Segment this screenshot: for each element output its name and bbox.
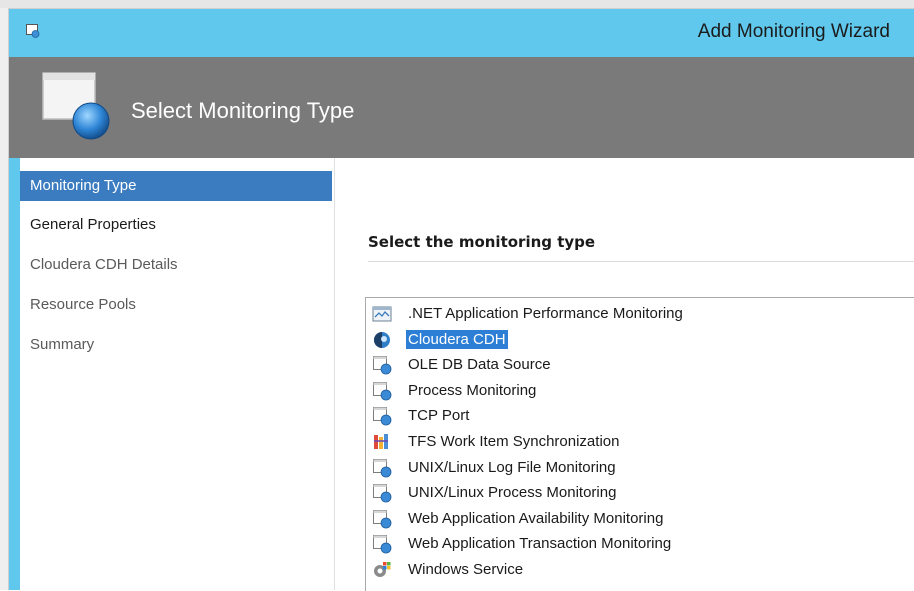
step-resource-pools[interactable]: Resource Pools xyxy=(20,290,332,320)
step-monitoring-type[interactable]: Monitoring Type xyxy=(20,171,332,201)
nav-accent-strip xyxy=(9,158,20,590)
list-item-label: UNIX/Linux Log File Monitoring xyxy=(408,458,616,476)
list-item[interactable]: TCP Port xyxy=(372,402,892,428)
cloudera-icon xyxy=(374,331,390,348)
list-item-label: OLE DB Data Source xyxy=(408,356,551,374)
list-item-label: Web Application Transaction Monitoring xyxy=(408,535,672,553)
monitor-small-icon xyxy=(373,484,392,503)
step-summary[interactable]: Summary xyxy=(20,330,332,360)
title-bar[interactable]: Add Monitoring Wizard xyxy=(9,9,914,57)
windows-service-icon xyxy=(374,562,391,577)
window-border xyxy=(0,8,9,590)
list-item[interactable]: Web Application Availability Monitoring xyxy=(372,505,892,531)
list-item[interactable]: Web Application Transaction Monitoring xyxy=(372,530,892,556)
desktop-strip xyxy=(0,0,914,9)
list-item[interactable]: Cloudera CDH xyxy=(372,326,892,352)
wizard-content: Select the monitoring type .NET Applicat… xyxy=(335,158,914,591)
monitor-small-icon xyxy=(373,381,392,401)
list-item[interactable]: .NET Application Performance Monitoring xyxy=(372,300,892,326)
list-item[interactable]: TFS Work Item Synchronization xyxy=(372,428,892,454)
list-item-label: Cloudera CDH xyxy=(406,329,508,349)
wizard-window-icon xyxy=(26,24,40,38)
monitor-small-icon xyxy=(373,356,392,375)
step-general-properties[interactable]: General Properties xyxy=(20,210,332,240)
list-item-label: .NET Application Performance Monitoring xyxy=(408,305,683,322)
list-item[interactable]: Windows Service xyxy=(372,556,892,582)
page-title: Select Monitoring Type xyxy=(131,98,355,123)
list-item-label: UNIX/Linux Process Monitoring xyxy=(408,484,617,502)
list-item-label: Windows Service xyxy=(408,561,524,578)
tfs-icon xyxy=(374,434,388,449)
section-heading: Select the monitoring type xyxy=(368,233,596,251)
monitoring-type-list[interactable]: .NET Application Performance Monitoring C… xyxy=(365,297,914,591)
list-item-label: TCP Port xyxy=(408,407,470,425)
heading-divider xyxy=(368,261,914,262)
monitor-small-icon xyxy=(373,535,392,554)
wizard-header: Select Monitoring Type xyxy=(9,57,914,158)
list-item[interactable]: Process Monitoring xyxy=(372,377,892,403)
list-item-label: Web Application Availability Monitoring xyxy=(408,509,664,527)
list-item[interactable]: UNIX/Linux Log File Monitoring xyxy=(372,454,892,480)
window-title: Add Monitoring Wizard xyxy=(697,21,890,42)
list-item-label: Process Monitoring xyxy=(408,381,537,399)
list-item[interactable]: UNIX/Linux Process Monitoring xyxy=(372,479,892,505)
monitor-small-icon xyxy=(373,407,392,426)
monitor-small-icon xyxy=(373,458,392,477)
list-item-label: TFS Work Item Synchronization xyxy=(408,433,620,450)
wizard-steps-sidebar: Monitoring Type General Properties Cloud… xyxy=(20,158,335,590)
monitor-small-icon xyxy=(373,509,392,529)
step-cloudera-cdh-details[interactable]: Cloudera CDH Details xyxy=(20,250,332,280)
net-app-monitor-icon xyxy=(372,306,392,322)
list-item[interactable]: OLE DB Data Source xyxy=(372,351,892,377)
monitor-large-icon xyxy=(42,72,110,140)
